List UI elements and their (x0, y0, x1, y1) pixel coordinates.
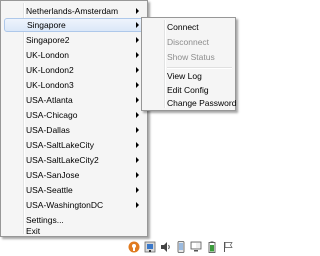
menu-item-usa-seattle[interactable]: USA-Seattle (4, 183, 144, 197)
submenu-arrow-icon (136, 172, 139, 178)
menu-item-usa-atlanta[interactable]: USA-Atlanta (4, 93, 144, 107)
menu-item-label: UK-London2 (26, 65, 74, 75)
menu-item-view-log[interactable]: View Log (145, 69, 232, 83)
menu-item-label: View Log (167, 71, 202, 81)
menu-item-usa-dallas[interactable]: USA-Dallas (4, 123, 144, 137)
menu-item-usa-sanjose[interactable]: USA-SanJose (4, 168, 144, 182)
tablet-icon[interactable] (175, 241, 187, 253)
battery-icon[interactable] (206, 241, 218, 253)
menu-item-label: Change Password (167, 98, 237, 108)
menu-item-label: Show Status (167, 52, 215, 62)
submenu-arrow-icon (136, 142, 139, 148)
menu-item-usa-saltlakecity2[interactable]: USA-SaltLakeCity2 (4, 153, 144, 167)
menu-item-connect[interactable]: Connect (145, 20, 232, 34)
flag-icon[interactable] (222, 241, 234, 253)
menu-item-netherlands-amsterdam[interactable]: Netherlands-Amsterdam (4, 4, 144, 18)
menu-item-uk-london2[interactable]: UK-London2 (4, 63, 144, 77)
menu-item-label: Connect (167, 22, 199, 32)
menu-item-label: Singapore (27, 20, 66, 30)
menu-item-label: Singapore2 (26, 35, 70, 45)
menu-item-exit[interactable]: Exit (4, 226, 144, 236)
openvpn-icon[interactable] (128, 241, 140, 253)
display-icon[interactable] (190, 241, 202, 253)
menu-item-usa-chicago[interactable]: USA-Chicago (4, 108, 144, 122)
menu-item-show-status: Show Status (145, 50, 232, 64)
submenu-arrow-icon (136, 187, 139, 193)
menu-item-label: UK-London3 (26, 80, 74, 90)
menu-item-label: Edit Config (167, 85, 209, 95)
menu-item-settings[interactable]: Settings... (4, 213, 144, 227)
menu-item-label: USA-SanJose (26, 170, 80, 180)
menu-item-label: USA-Atlanta (26, 95, 73, 105)
volume-icon[interactable] (160, 241, 172, 253)
menu-item-label: Exit (26, 226, 41, 236)
menu-item-disconnect: Disconnect (145, 35, 232, 49)
network-icon[interactable] (144, 241, 156, 253)
menu-item-label: USA-Chicago (26, 110, 78, 120)
menu-item-singapore2[interactable]: Singapore2 (4, 33, 144, 47)
submenu-arrow-icon (136, 52, 139, 58)
submenu-arrow-icon (136, 67, 139, 73)
submenu-arrow-icon (136, 157, 139, 163)
menu-item-label: Netherlands-Amsterdam (26, 6, 119, 16)
menu-item-label: UK-London (26, 50, 70, 60)
submenu-arrow-icon (136, 8, 139, 14)
menu-item-label: USA-Seattle (26, 185, 73, 195)
menu-item-label: Disconnect (167, 37, 210, 47)
menu-item-singapore[interactable]: Singapore (4, 18, 144, 32)
system-tray (128, 240, 250, 256)
submenu-arrow-icon (136, 82, 139, 88)
submenu-arrow-icon (136, 127, 139, 133)
submenu-arrow-icon (136, 22, 139, 28)
submenu-arrow-icon (136, 97, 139, 103)
menu-item-label: USA-Dallas (26, 125, 70, 135)
menu-item-label: USA-WashingtonDC (26, 200, 104, 210)
menu-item-uk-london3[interactable]: UK-London3 (4, 78, 144, 92)
tray-context-menu: Netherlands-Amsterdam Singapore Singapor… (0, 0, 148, 237)
submenu-arrow-icon (136, 202, 139, 208)
menu-item-label: USA-SaltLakeCity (26, 140, 95, 150)
menu-item-usa-washingtondc[interactable]: USA-WashingtonDC (4, 198, 144, 212)
submenu-arrow-icon (136, 112, 139, 118)
submenu-arrow-icon (136, 37, 139, 43)
menu-item-label: Settings... (26, 215, 64, 225)
menu-item-change-password[interactable]: Change Password (145, 97, 236, 109)
menu-item-usa-saltlakecity[interactable]: USA-SaltLakeCity (4, 138, 144, 152)
menu-item-label: USA-SaltLakeCity2 (26, 155, 99, 165)
menu-item-edit-config[interactable]: Edit Config (145, 83, 232, 97)
menu-item-uk-london[interactable]: UK-London (4, 48, 144, 62)
connection-submenu: Connect Disconnect Show Status View Log … (141, 17, 236, 111)
